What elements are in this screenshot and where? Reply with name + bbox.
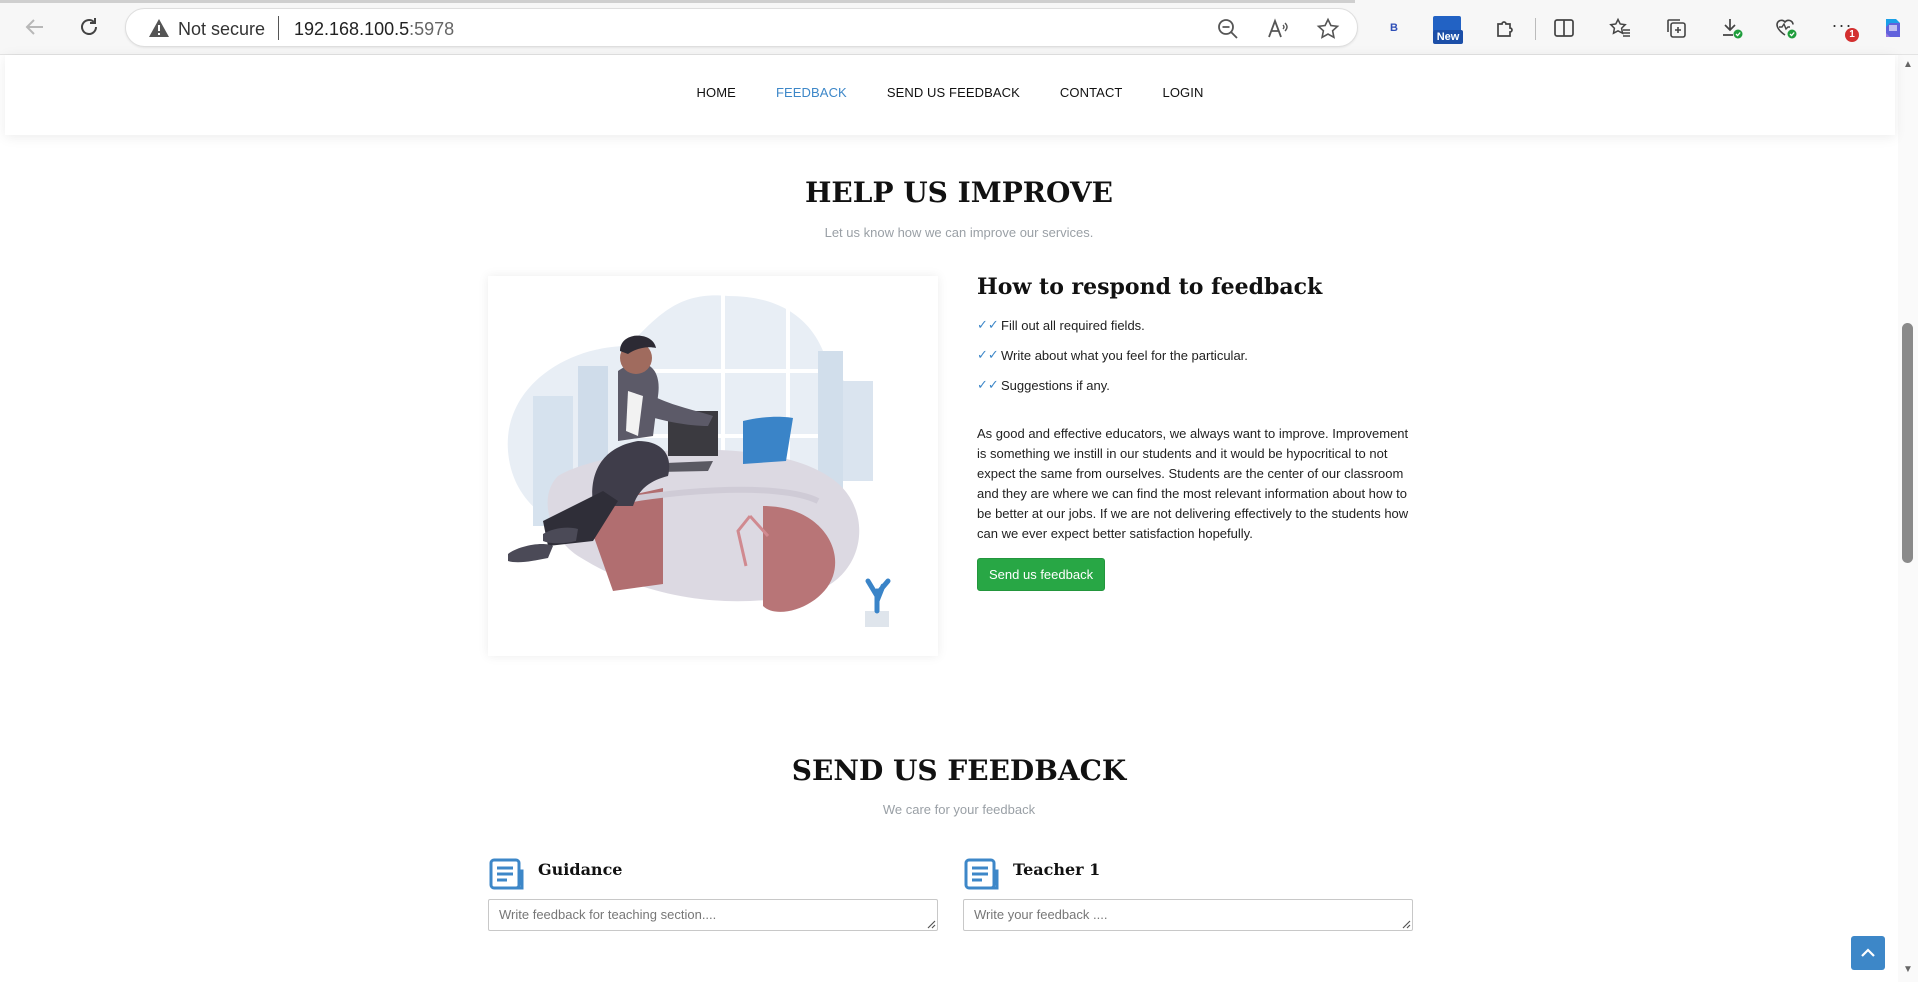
collections-icon[interactable] [1661,13,1691,43]
tab-strip-edge [0,0,1355,3]
list-item: ✓✓ Suggestions if any. [977,370,1417,400]
guidance-feedback-textarea[interactable]: Write feedback for teaching section.... [488,899,938,931]
refresh-button[interactable] [74,12,104,42]
extension-b-icon[interactable]: B [1379,13,1409,43]
teacher-feedback-textarea[interactable]: Write your feedback .... [963,899,1413,931]
improve-subtitle: Let us know how we can improve our servi… [824,225,1094,240]
scroll-up-arrow-icon[interactable]: ▲ [1901,59,1915,71]
list-item: ✓✓ Fill out all required fields. [977,310,1417,340]
double-check-icon: ✓✓ [977,317,999,332]
warning-icon[interactable] [148,18,170,43]
improve-title: HELP US IMPROVE [804,176,1114,209]
url-host: 192.168.100.5 [294,19,410,39]
chevron-up-icon [1861,948,1875,957]
address-bar[interactable]: Not secure 192.168.100.5:5978 [125,8,1358,47]
document-icon [488,857,538,896]
feedback-form-guidance: Guidance Write feedback for teaching sec… [488,857,938,931]
double-check-icon: ✓✓ [977,347,999,362]
send-feedback-button[interactable]: Send us feedback [977,558,1106,591]
refresh-icon [81,18,97,35]
favorites-icon[interactable] [1605,13,1635,43]
nav-feedback[interactable]: FEEDBACK [756,85,867,100]
resize-grip-icon[interactable] [1402,920,1411,929]
double-check-icon: ✓✓ [977,377,999,392]
form-header: Guidance [488,857,938,899]
zoom-out-icon[interactable] [1216,17,1240,41]
nav-login[interactable]: LOGIN [1142,85,1223,100]
feedback-instructions: How to respond to feedback ✓✓ Fill out al… [977,274,1417,591]
office-illustration [488,276,938,656]
profile-letter: B [1390,22,1398,34]
favorite-star-icon[interactable] [1316,17,1340,41]
nav-contact[interactable]: CONTACT [1040,85,1143,100]
step-text: Write about what you feel for the partic… [1001,347,1248,363]
toolbar-divider [1535,18,1536,40]
scrollbar-thumb[interactable] [1902,323,1913,563]
textarea-wrapper: Write your feedback .... [963,899,1413,931]
how-to-title: How to respond to feedback [977,274,1323,300]
send-feedback-subtitle: We care for your feedback [882,802,1036,817]
back-button[interactable] [20,12,50,42]
main-nav: HOME FEEDBACK SEND US FEEDBACK CONTACT L… [5,85,1895,100]
not-secure-label[interactable]: Not secure [178,19,265,40]
arrow-left-icon [25,19,43,35]
textarea-wrapper: Write feedback for teaching section.... [488,899,938,931]
document-icon [963,857,1013,896]
url-text[interactable]: 192.168.100.5:5978 [294,19,454,40]
person-on-desk-illustration [507,291,891,627]
list-item: ✓✓ Write about what you feel for the part… [977,340,1417,370]
extensions-puzzle-icon[interactable] [1490,13,1520,43]
resize-grip-icon[interactable] [927,920,936,929]
step-text: Fill out all required fields. [1001,317,1145,333]
form-heading: Guidance [538,860,623,879]
nav-home[interactable]: HOME [677,85,756,100]
new-extension-badge[interactable]: New [1433,16,1463,46]
scroll-down-arrow-icon[interactable]: ▼ [1901,964,1915,976]
new-badge-label: New [1433,30,1463,44]
nav-send-feedback[interactable]: SEND US FEEDBACK [867,85,1040,100]
performance-heart-icon[interactable] [1771,13,1801,43]
url-port: :5978 [409,19,455,39]
improvement-paragraph: As good and effective educators, we alwa… [977,426,1409,541]
split-screen-icon[interactable] [1549,13,1579,43]
steps-list: ✓✓ Fill out all required fields. ✓✓ Write … [977,310,1417,400]
feedback-form-teacher-1: Teacher 1 Write your feedback .... [963,857,1413,931]
back-to-top-button[interactable] [1851,936,1885,970]
send-feedback-title: SEND US FEEDBACK [791,754,1127,787]
step-text: Suggestions if any. [1001,377,1110,393]
downloads-icon[interactable] [1717,13,1747,43]
notification-count: 1 [1845,28,1859,42]
form-heading: Teacher 1 [1013,860,1101,879]
copilot-icon[interactable] [1878,13,1908,43]
browser-toolbar: Not secure 192.168.100.5:5978 B New ··· … [0,0,1918,55]
read-aloud-icon[interactable] [1266,17,1290,41]
site-header: HOME FEEDBACK SEND US FEEDBACK CONTACT L… [5,55,1895,135]
form-header: Teacher 1 [963,857,1413,899]
address-divider [278,16,279,40]
